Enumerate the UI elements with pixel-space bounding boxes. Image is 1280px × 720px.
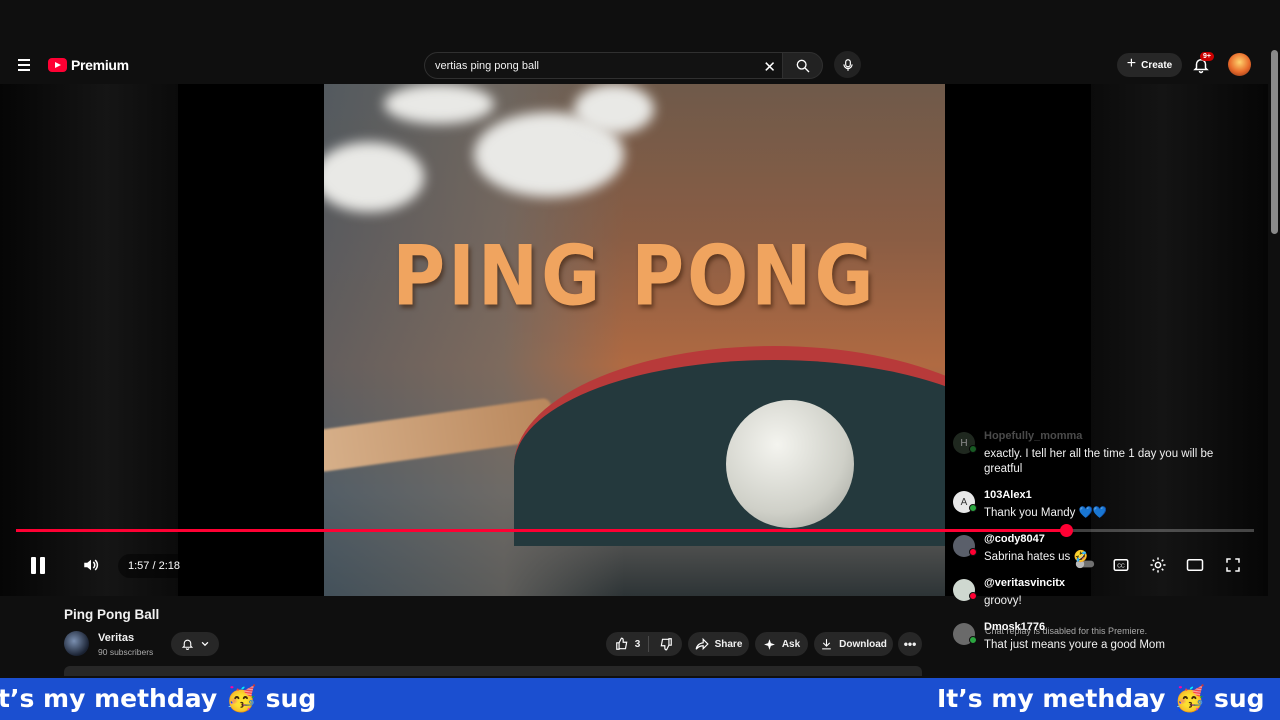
masthead: Premium ✕ + Create 9+ (0, 45, 1280, 85)
create-button[interactable]: + Create (1117, 53, 1182, 77)
pause-button[interactable] (31, 557, 49, 575)
volume-button[interactable] (82, 556, 100, 579)
menu-icon[interactable] (14, 55, 34, 75)
chat-text: exactly. I tell her all the time 1 day y… (984, 448, 1214, 475)
chat-disabled-note: Chat replay is disabled for this Premier… (985, 626, 1148, 636)
microphone-icon (842, 58, 853, 71)
download-label: Download (839, 638, 887, 650)
clear-search-icon[interactable]: ✕ (763, 58, 776, 76)
ticker-text: t’s my methday 🥳 sug (0, 684, 317, 713)
search-input[interactable] (435, 59, 745, 72)
blurred-ball (384, 84, 494, 124)
thumbs-down-icon (660, 638, 673, 651)
scrolling-ticker: t’s my methday 🥳 sug It’s my methday 🥳 s… (0, 678, 1280, 720)
youtube-badge-icon (969, 592, 977, 600)
chat-author: @cody8047 (984, 533, 1045, 545)
download-icon (822, 639, 831, 650)
dislike-button[interactable] (655, 637, 673, 651)
chat-text: Thank you Mandy 💙💙 (984, 507, 1108, 519)
youtube-premium-logo[interactable]: Premium (48, 57, 129, 73)
member-badge-icon (969, 445, 977, 453)
chat-author: Hopefully_momma (984, 430, 1083, 442)
ask-button[interactable]: Ask (755, 632, 808, 656)
pause-icon-bar (31, 557, 36, 574)
youtube-badge-icon (969, 548, 977, 556)
share-icon (695, 637, 709, 651)
video-overlay-title: PING PONG (392, 227, 877, 325)
logo-text: Premium (71, 57, 129, 73)
subscriber-count: 90 subscribers (98, 647, 154, 657)
create-label: Create (1141, 59, 1173, 71)
ambient-left (0, 84, 178, 596)
channel-avatar[interactable] (64, 631, 89, 656)
chat-text: Sabrina hates us 🤣 (984, 551, 1088, 563)
page-scrollbar[interactable] (1271, 50, 1278, 234)
member-badge-icon (969, 504, 977, 512)
search-box[interactable]: ✕ (424, 52, 782, 79)
pause-icon-bar (40, 557, 45, 574)
description-box[interactable] (64, 666, 922, 676)
video-frame[interactable]: PING PONG (324, 84, 945, 596)
account-avatar[interactable] (1228, 53, 1251, 76)
like-count: 3 (634, 638, 641, 650)
chat-text: groovy! (984, 595, 1022, 607)
member-badge-icon (969, 636, 977, 644)
more-actions-button[interactable]: ••• (898, 632, 922, 656)
notifications-button[interactable]: 9+ (1192, 52, 1214, 75)
search-icon (796, 59, 809, 72)
volume-icon (84, 559, 99, 571)
chat-text: That just means youre a good Mom (984, 639, 1165, 651)
share-button[interactable]: Share (688, 632, 749, 656)
like-dislike-group: 3 (606, 632, 682, 656)
bell-icon (181, 639, 193, 650)
progress-fill (16, 529, 1067, 532)
time-display: 1:57 / 2:18 (118, 554, 190, 578)
chat-author: @veritasvincitx (984, 577, 1066, 589)
more-horizontal-icon: ••• (903, 637, 917, 651)
top-bar (0, 0, 1280, 45)
notification-badge: 9+ (1200, 52, 1214, 61)
share-label: Share (714, 638, 743, 650)
download-button[interactable]: Download (814, 632, 893, 656)
chevron-down-icon (201, 641, 208, 647)
subscription-bell-button[interactable] (171, 632, 219, 656)
thumbs-up-icon (615, 637, 628, 650)
ticker-text: It’s my methday 🥳 sug (937, 684, 1265, 713)
channel-name[interactable]: Veritas (98, 632, 134, 644)
sparkle-icon (763, 638, 775, 650)
voice-search-button[interactable] (834, 51, 861, 78)
ping-pong-ball (726, 400, 854, 528)
plus-icon: + (1126, 55, 1137, 72)
ask-label: Ask (781, 638, 801, 650)
video-title: Ping Pong Ball (64, 607, 160, 622)
chat-author: 103Alex1 (984, 489, 1032, 501)
blurred-ball (574, 84, 654, 134)
youtube-logo-icon (48, 58, 67, 72)
like-button[interactable]: 3 (615, 636, 650, 652)
search-button[interactable] (782, 52, 823, 79)
